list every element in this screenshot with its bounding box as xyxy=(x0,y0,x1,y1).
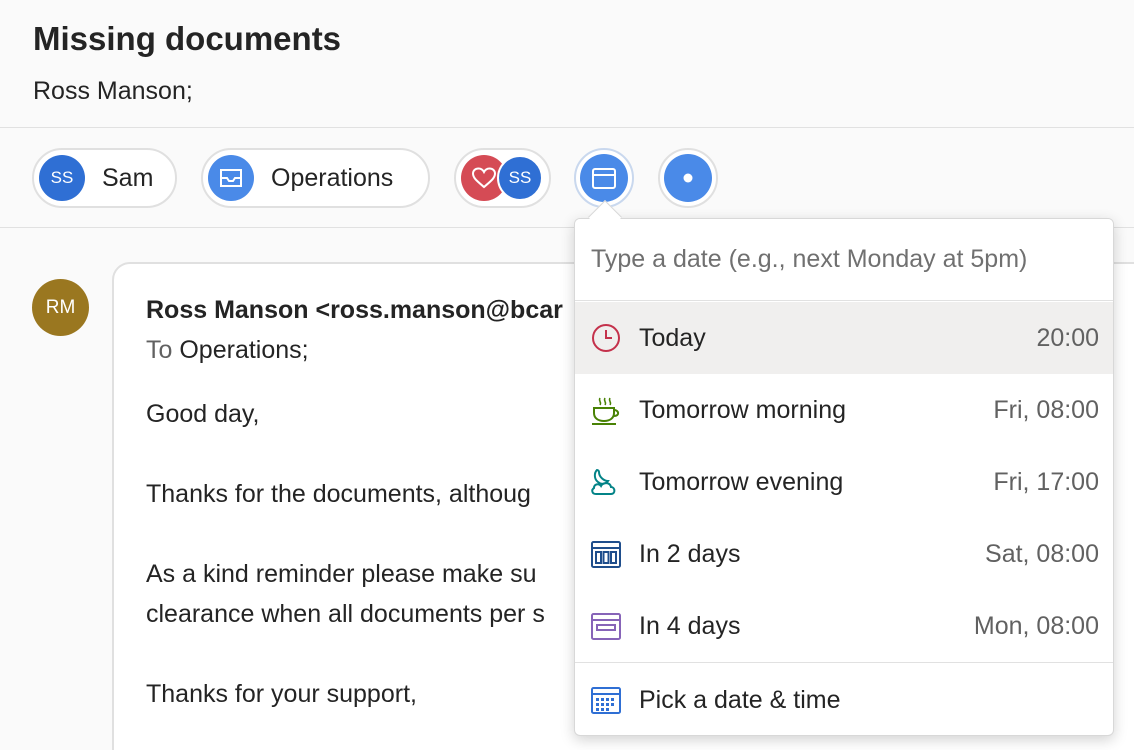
option-label: In 4 days xyxy=(639,611,741,640)
option-label: Tomorrow evening xyxy=(639,467,844,496)
recipients-line: Ross Manson; xyxy=(33,77,193,105)
calendar-icon xyxy=(580,154,628,202)
sender[interactable]: Ross Manson <ross.manson@bcar xyxy=(146,296,563,325)
avatar: SS xyxy=(39,155,85,201)
chip-sam[interactable]: SS Sam xyxy=(32,148,177,208)
option-in-4-days[interactable]: In 4 days Mon, 08:00 xyxy=(575,590,1113,662)
date-input[interactable] xyxy=(575,219,1113,301)
option-time: Mon, 08:00 xyxy=(973,611,1099,640)
dot-icon xyxy=(664,154,712,202)
option-label: In 2 days xyxy=(639,539,741,568)
coffee-cup-icon xyxy=(592,397,620,425)
snooze-popup: Today 20:00 Tomorrow morning Fri, 08:00 … xyxy=(574,218,1114,736)
chip-label: Sam xyxy=(102,163,154,192)
option-today[interactable]: Today 20:00 xyxy=(575,302,1113,374)
clock-icon xyxy=(592,324,620,352)
calendar-grid-icon xyxy=(591,687,621,714)
message-header: Missing documents Ross Manson; xyxy=(0,0,1134,128)
calendar-icon xyxy=(591,613,621,640)
body-line: As a kind reminder please make su xyxy=(146,560,537,588)
option-time: 20:00 xyxy=(1036,323,1099,352)
body-line: Good day, xyxy=(146,400,260,428)
chip-group-avatars[interactable]: SS xyxy=(454,148,551,208)
dot-button[interactable] xyxy=(658,148,718,208)
message-subject: Missing documents xyxy=(33,20,342,57)
body-line: Thanks for the documents, althoug xyxy=(146,480,531,508)
avatar: SS xyxy=(497,155,543,201)
chip-operations[interactable]: Operations xyxy=(201,148,430,208)
body-line: clearance when all documents per s xyxy=(146,600,545,628)
option-pick-date-time[interactable]: Pick a date & time xyxy=(575,664,1113,735)
option-time: Fri, 08:00 xyxy=(993,395,1099,424)
option-tomorrow-evening[interactable]: Tomorrow evening Fri, 17:00 xyxy=(575,446,1113,518)
option-label: Pick a date & time xyxy=(639,685,841,714)
option-time: Sat, 08:00 xyxy=(985,539,1099,568)
avatar: RM xyxy=(32,279,89,336)
option-label: Tomorrow morning xyxy=(639,395,847,424)
cloud-moon-icon xyxy=(591,468,616,495)
chip-label: Operations xyxy=(271,163,394,192)
to-line: To Operations; xyxy=(146,336,309,365)
divider xyxy=(575,662,1113,663)
option-label: Today xyxy=(639,323,706,352)
recipient-chip-bar: SS Sam Operations SS xyxy=(0,128,1134,228)
option-in-2-days[interactable]: In 2 days Sat, 08:00 xyxy=(575,518,1113,590)
snooze-calendar-button[interactable] xyxy=(574,148,634,208)
option-time: Fri, 17:00 xyxy=(993,467,1099,496)
inbox-icon xyxy=(208,155,254,201)
body-line: Thanks for your support, xyxy=(146,680,417,708)
to-value[interactable]: Operations; xyxy=(179,336,308,364)
calendar-week-icon xyxy=(591,541,621,568)
to-label: To xyxy=(146,336,173,364)
option-tomorrow-morning[interactable]: Tomorrow morning Fri, 08:00 xyxy=(575,374,1113,446)
